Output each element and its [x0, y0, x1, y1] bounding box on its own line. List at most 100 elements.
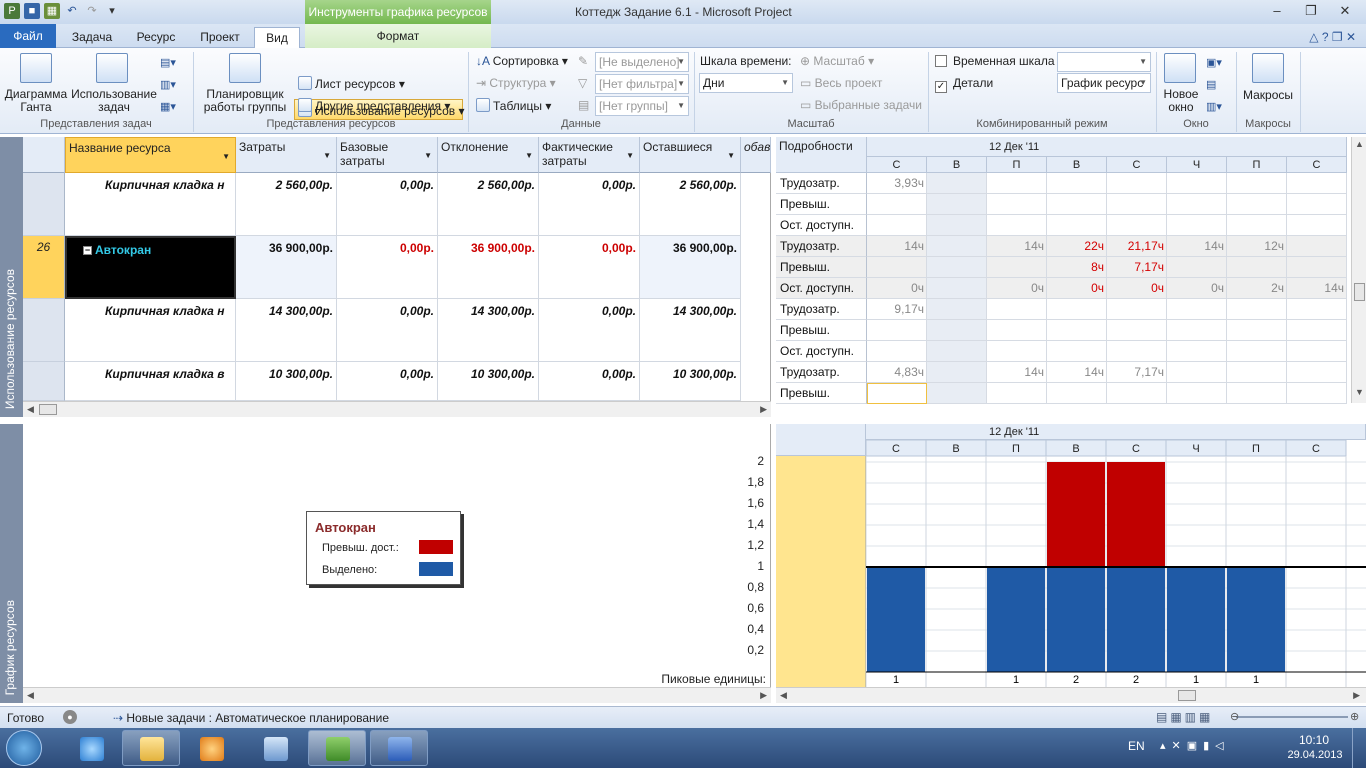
cell-variance[interactable]: 36 900,00р.: [438, 236, 539, 299]
start-button[interactable]: [6, 730, 42, 766]
detail-cell[interactable]: [987, 173, 1047, 194]
detail-cell[interactable]: [1107, 173, 1167, 194]
detail-cell[interactable]: 14ч: [1287, 278, 1347, 299]
scroll-thumb[interactable]: [1178, 690, 1196, 701]
detail-cell[interactable]: [1287, 299, 1347, 320]
detail-cell[interactable]: [987, 215, 1047, 236]
minimize-button[interactable]: –: [1260, 2, 1294, 22]
cell-baseline-cost[interactable]: 0,00р.: [337, 362, 438, 401]
dropdown-arrow-icon[interactable]: ▼: [222, 150, 230, 164]
cell-variance[interactable]: 14 300,00р.: [438, 299, 539, 362]
column-header-remaining[interactable]: Оставшиеся ▼: [640, 137, 741, 173]
close-button[interactable]: ✕: [1328, 2, 1362, 22]
detail-cell[interactable]: 3,93ч: [867, 173, 927, 194]
cell-baseline-cost[interactable]: 0,00р.: [337, 236, 438, 299]
selected-tasks-button[interactable]: ▭ Выбранные задачи: [800, 98, 922, 112]
column-header-baseline-cost[interactable]: Базовые затраты ▼: [337, 137, 438, 173]
cell-baseline-cost[interactable]: 0,00р.: [337, 173, 438, 236]
detail-cell[interactable]: 2ч: [1227, 278, 1287, 299]
cell-actual-cost[interactable]: 0,00р.: [539, 173, 640, 236]
detail-cell[interactable]: [1047, 173, 1107, 194]
detail-cell[interactable]: 0ч: [1167, 278, 1227, 299]
row-name[interactable]: Кирпичная кладка н: [65, 299, 236, 362]
timeline-combo[interactable]: ▼: [1057, 52, 1151, 72]
detail-cell[interactable]: [1287, 362, 1347, 383]
calendar-icon[interactable]: ▦: [44, 3, 60, 19]
detail-cell[interactable]: 0ч: [1047, 278, 1107, 299]
zoom-slider[interactable]: [1236, 716, 1348, 718]
column-header-name[interactable]: Название ресурса ▼: [65, 137, 236, 173]
cell-cost[interactable]: 14 300,00р.: [236, 299, 337, 362]
cell-cost[interactable]: 2 560,00р.: [236, 173, 337, 236]
dropdown-arrow-icon[interactable]: ▼: [323, 149, 331, 163]
tab-resource[interactable]: Ресурс: [128, 27, 184, 48]
detail-cell[interactable]: 0ч: [1107, 278, 1167, 299]
tab-project[interactable]: Проект: [192, 27, 248, 48]
cell-remaining[interactable]: 10 300,00р.: [640, 362, 741, 401]
cell-remaining[interactable]: 2 560,00р.: [640, 173, 741, 236]
cell-remaining[interactable]: 14 300,00р.: [640, 299, 741, 362]
taskbar-ie[interactable]: [62, 730, 120, 766]
detail-cell[interactable]: 4,83ч: [867, 362, 927, 383]
graph-horizontal-scrollbar[interactable]: ◀ ▶: [776, 687, 1366, 703]
detail-cell[interactable]: [1227, 215, 1287, 236]
row-id[interactable]: [23, 362, 65, 401]
detail-cell[interactable]: [867, 383, 927, 404]
detail-cell[interactable]: [927, 194, 987, 215]
scroll-right-icon[interactable]: ▶: [1353, 690, 1360, 701]
detail-cell[interactable]: [987, 320, 1047, 341]
outline-button[interactable]: ⇥ Структура ▾: [476, 76, 556, 90]
resource-sheet-button[interactable]: Лист ресурсов ▾: [298, 76, 405, 91]
cell-actual-cost[interactable]: 0,00р.: [539, 362, 640, 401]
tab-file[interactable]: Файл: [0, 24, 56, 48]
detail-cell[interactable]: [927, 299, 987, 320]
scroll-right-icon[interactable]: ▶: [760, 690, 767, 701]
row-id[interactable]: 26: [23, 236, 65, 299]
detail-cell[interactable]: [987, 341, 1047, 362]
detail-cell[interactable]: 21,17ч: [1107, 236, 1167, 257]
detail-cell[interactable]: [987, 383, 1047, 404]
task-usage-button[interactable]: Использование задач: [70, 88, 158, 114]
detail-cell[interactable]: [927, 215, 987, 236]
entire-project-button[interactable]: ▭ Весь проект: [800, 76, 882, 90]
detail-cell[interactable]: [1107, 320, 1167, 341]
detail-cell[interactable]: [1227, 299, 1287, 320]
detail-cell[interactable]: [867, 257, 927, 278]
detail-cell[interactable]: 14ч: [1167, 236, 1227, 257]
detail-cell[interactable]: [1167, 194, 1227, 215]
detail-cell[interactable]: [1047, 320, 1107, 341]
row-name[interactable]: Кирпичная кладка н: [65, 173, 236, 236]
timeline-checkbox[interactable]: [935, 55, 947, 67]
tab-task[interactable]: Задача: [64, 27, 120, 48]
save-icon[interactable]: ■: [24, 3, 40, 19]
detail-cell[interactable]: 8ч: [1047, 257, 1107, 278]
detail-cell[interactable]: [1167, 299, 1227, 320]
zoom-in-icon[interactable]: ⊕: [1350, 710, 1359, 723]
detail-cell[interactable]: [1107, 341, 1167, 362]
detail-cell[interactable]: [1167, 215, 1227, 236]
detail-cell[interactable]: [1287, 173, 1347, 194]
tab-format[interactable]: Формат: [305, 24, 491, 48]
language-indicator[interactable]: EN: [1128, 739, 1145, 753]
cell-remaining[interactable]: 36 900,00р.: [640, 236, 741, 299]
zoom-button[interactable]: ⊕ Масштаб ▾: [800, 54, 874, 68]
detail-cell[interactable]: [1227, 383, 1287, 404]
column-header-add[interactable]: обави: [741, 137, 771, 173]
macros-button[interactable]: Макросы: [1238, 88, 1298, 102]
detail-cell[interactable]: [1167, 362, 1227, 383]
taskbar-word[interactable]: [370, 730, 428, 766]
detail-cell[interactable]: [1047, 383, 1107, 404]
row-name-selected[interactable]: − Автокран: [65, 236, 236, 299]
undo-icon[interactable]: ↶: [64, 3, 80, 19]
dropdown-arrow-icon[interactable]: ▼: [626, 149, 634, 163]
scroll-down-icon[interactable]: ▼: [1355, 387, 1364, 397]
dropdown-arrow-icon[interactable]: ▼: [525, 149, 533, 163]
taskbar-media[interactable]: [182, 730, 240, 766]
detail-cell[interactable]: [987, 194, 1047, 215]
detail-cell[interactable]: [927, 173, 987, 194]
sort-button[interactable]: ↓A Сортировка ▾: [476, 54, 568, 68]
detail-cell[interactable]: [927, 320, 987, 341]
detail-cell[interactable]: [867, 320, 927, 341]
detail-cell[interactable]: [1107, 383, 1167, 404]
cell-variance[interactable]: 2 560,00р.: [438, 173, 539, 236]
